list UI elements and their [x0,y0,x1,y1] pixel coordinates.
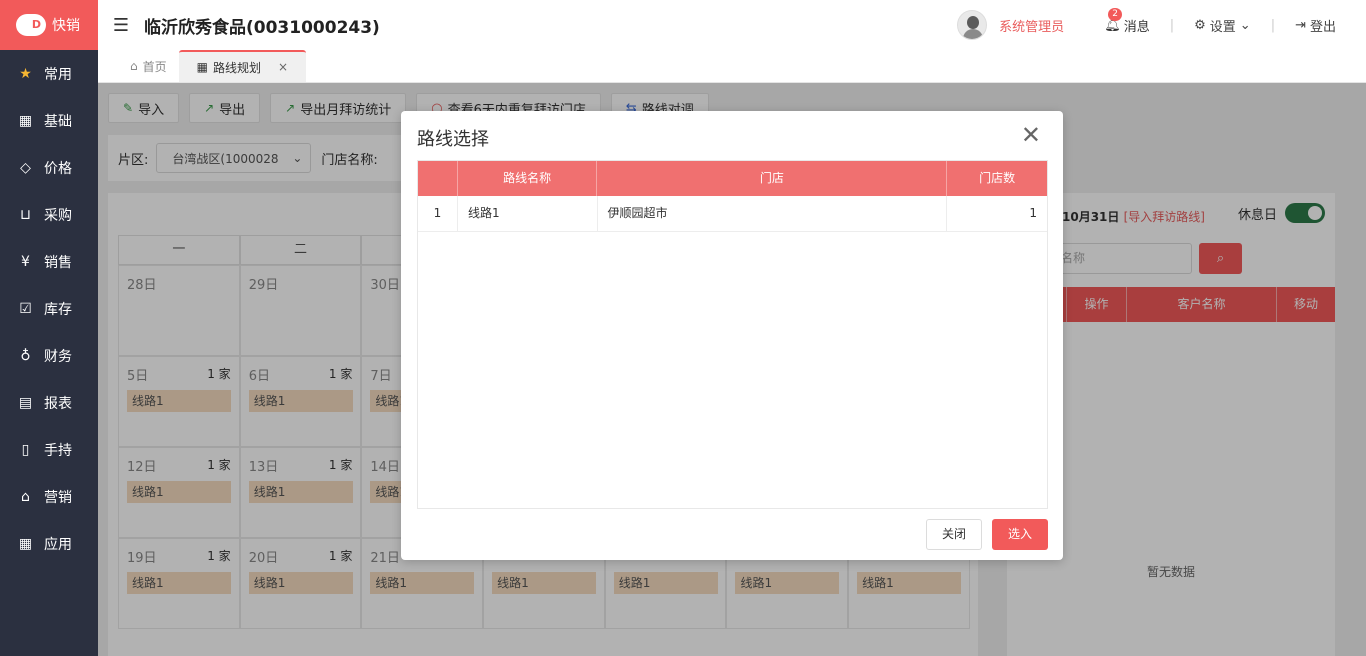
sidebar-item-label: 营销 [44,489,72,506]
column-header [418,161,458,196]
apps-icon: ▦ [18,535,33,552]
avatar[interactable] [957,10,988,40]
select-button[interactable]: 选入 [992,519,1048,550]
shop-icon: ⌂ [21,488,30,505]
sidebar-item-sales[interactable]: ¥ 销售 [0,238,98,285]
column-header: 门店 [597,161,948,196]
sidebar-item-marketing[interactable]: ⌂ 营销 [0,473,98,520]
sidebar-item-label: 应用 [44,536,72,553]
report-icon: ▤ [18,394,33,411]
sidebar-item-label: 基础 [44,113,72,130]
tab-label: 路线规划 [212,60,261,75]
handheld-icon: ▯ [21,441,30,458]
row-index: 1 [418,196,458,231]
route-select-dialog: 路线选择 ✕ 路线名称 门店 门店数 1 线路1 伊顺园超市 1 关闭 选入 [401,111,1063,560]
gear-icon: ⚙ [1194,17,1206,33]
menu-toggle-icon[interactable]: ☰ [98,15,144,36]
store-count-cell: 1 [1029,206,1037,220]
sidebar-item-label: 库存 [44,301,72,318]
page-title: 临沂欣秀食品(0031000243) [144,17,380,38]
close-tab-icon[interactable]: × [278,60,288,74]
route-name-cell: 线路1 [458,196,598,231]
sidebar-item-reports[interactable]: ▤ 报表 [0,379,98,426]
sidebar-item-purchase[interactable]: ⊔ 采购 [0,191,98,238]
messages-label: 消息 [1123,19,1150,35]
tab-route-planning[interactable]: ▦ 路线规划 × [178,50,307,82]
cart-icon: ⊔ [20,206,31,223]
star-icon: ★ [19,65,32,82]
logout-button[interactable]: ⇥ 登出 [1295,16,1336,35]
divider: | [1169,17,1175,33]
message-count-badge: 2 [1108,7,1122,21]
sidebar-item-label: 报表 [44,395,72,412]
sidebar-item-basic[interactable]: ▦ 基础 [0,97,98,144]
column-header: 路线名称 [458,161,598,196]
close-button[interactable]: 关闭 [926,519,982,550]
divider: | [1270,17,1276,33]
grid-icon: ▦ [18,112,33,129]
sidebar-item-label: 财务 [44,348,72,365]
moneybag-icon: ♁ [20,347,31,364]
tab-label: 首页 [142,59,167,74]
checkbox-icon: ☑ [19,300,32,317]
sidebar-item-label: 采购 [44,207,72,224]
close-icon[interactable]: ✕ [1021,121,1041,149]
sidebar-item-label: 销售 [44,254,72,271]
sidebar-item-label: 常用 [44,66,72,83]
sidebar-item-common[interactable]: ★ 常用 [0,50,98,97]
logout-label: 登出 [1309,19,1336,35]
column-header: 门店数 [979,171,1016,185]
user-name[interactable]: 系统管理员 [999,16,1064,35]
settings-menu[interactable]: ⚙ 设置 ⌄ [1194,16,1251,35]
messages-link[interactable]: 🔔︎ 2 消息 [1104,7,1150,35]
dialog-title: 路线选择 [417,129,489,150]
logo-text: 快销 [52,18,80,34]
sidebar-item-label: 价格 [44,160,72,177]
tab-home[interactable]: ⌂ 首页 [118,50,179,82]
app-logo[interactable]: 快销 [0,0,98,50]
sidebar-item-apps[interactable]: ▦ 应用 [0,520,98,567]
yen-icon: ¥ [21,253,30,270]
table-row[interactable]: 1 线路1 伊顺园超市 1 [418,196,1047,232]
tag-icon: ◇ [20,159,31,176]
settings-label: 设置 [1209,19,1236,35]
store-cell: 伊顺园超市 [598,196,948,231]
sidebar-item-price[interactable]: ◇ 价格 [0,144,98,191]
sidebar-item-handheld[interactable]: ▯ 手持 [0,426,98,473]
table-header: 路线名称 门店 门店数 [418,161,1047,196]
route-table: 路线名称 门店 门店数 1 线路1 伊顺园超市 1 [417,160,1048,509]
tab-bar: ⌂ 首页 ▦ 路线规划 × [98,50,1366,83]
chevron-down-icon: ⌄ [1239,17,1251,33]
sidebar: 快销 ★ 常用 ▦ 基础 ◇ 价格 ⊔ 采购 ¥ 销售 ☑ 库存 ♁ 财务 ▤ … [0,0,98,656]
logout-icon: ⇥ [1295,17,1306,33]
sidebar-item-finance[interactable]: ♁ 财务 [0,332,98,379]
home-icon: ⌂ [130,59,138,73]
top-header: ☰ 临沂欣秀食品(0031000243) 系统管理员 🔔︎ 2 消息 | ⚙ 设… [98,0,1366,50]
sidebar-item-label: 手持 [44,442,72,459]
sidebar-item-stock[interactable]: ☑ 库存 [0,285,98,332]
grid-icon: ▦ [196,60,208,74]
cloud-logo-icon [16,14,46,36]
